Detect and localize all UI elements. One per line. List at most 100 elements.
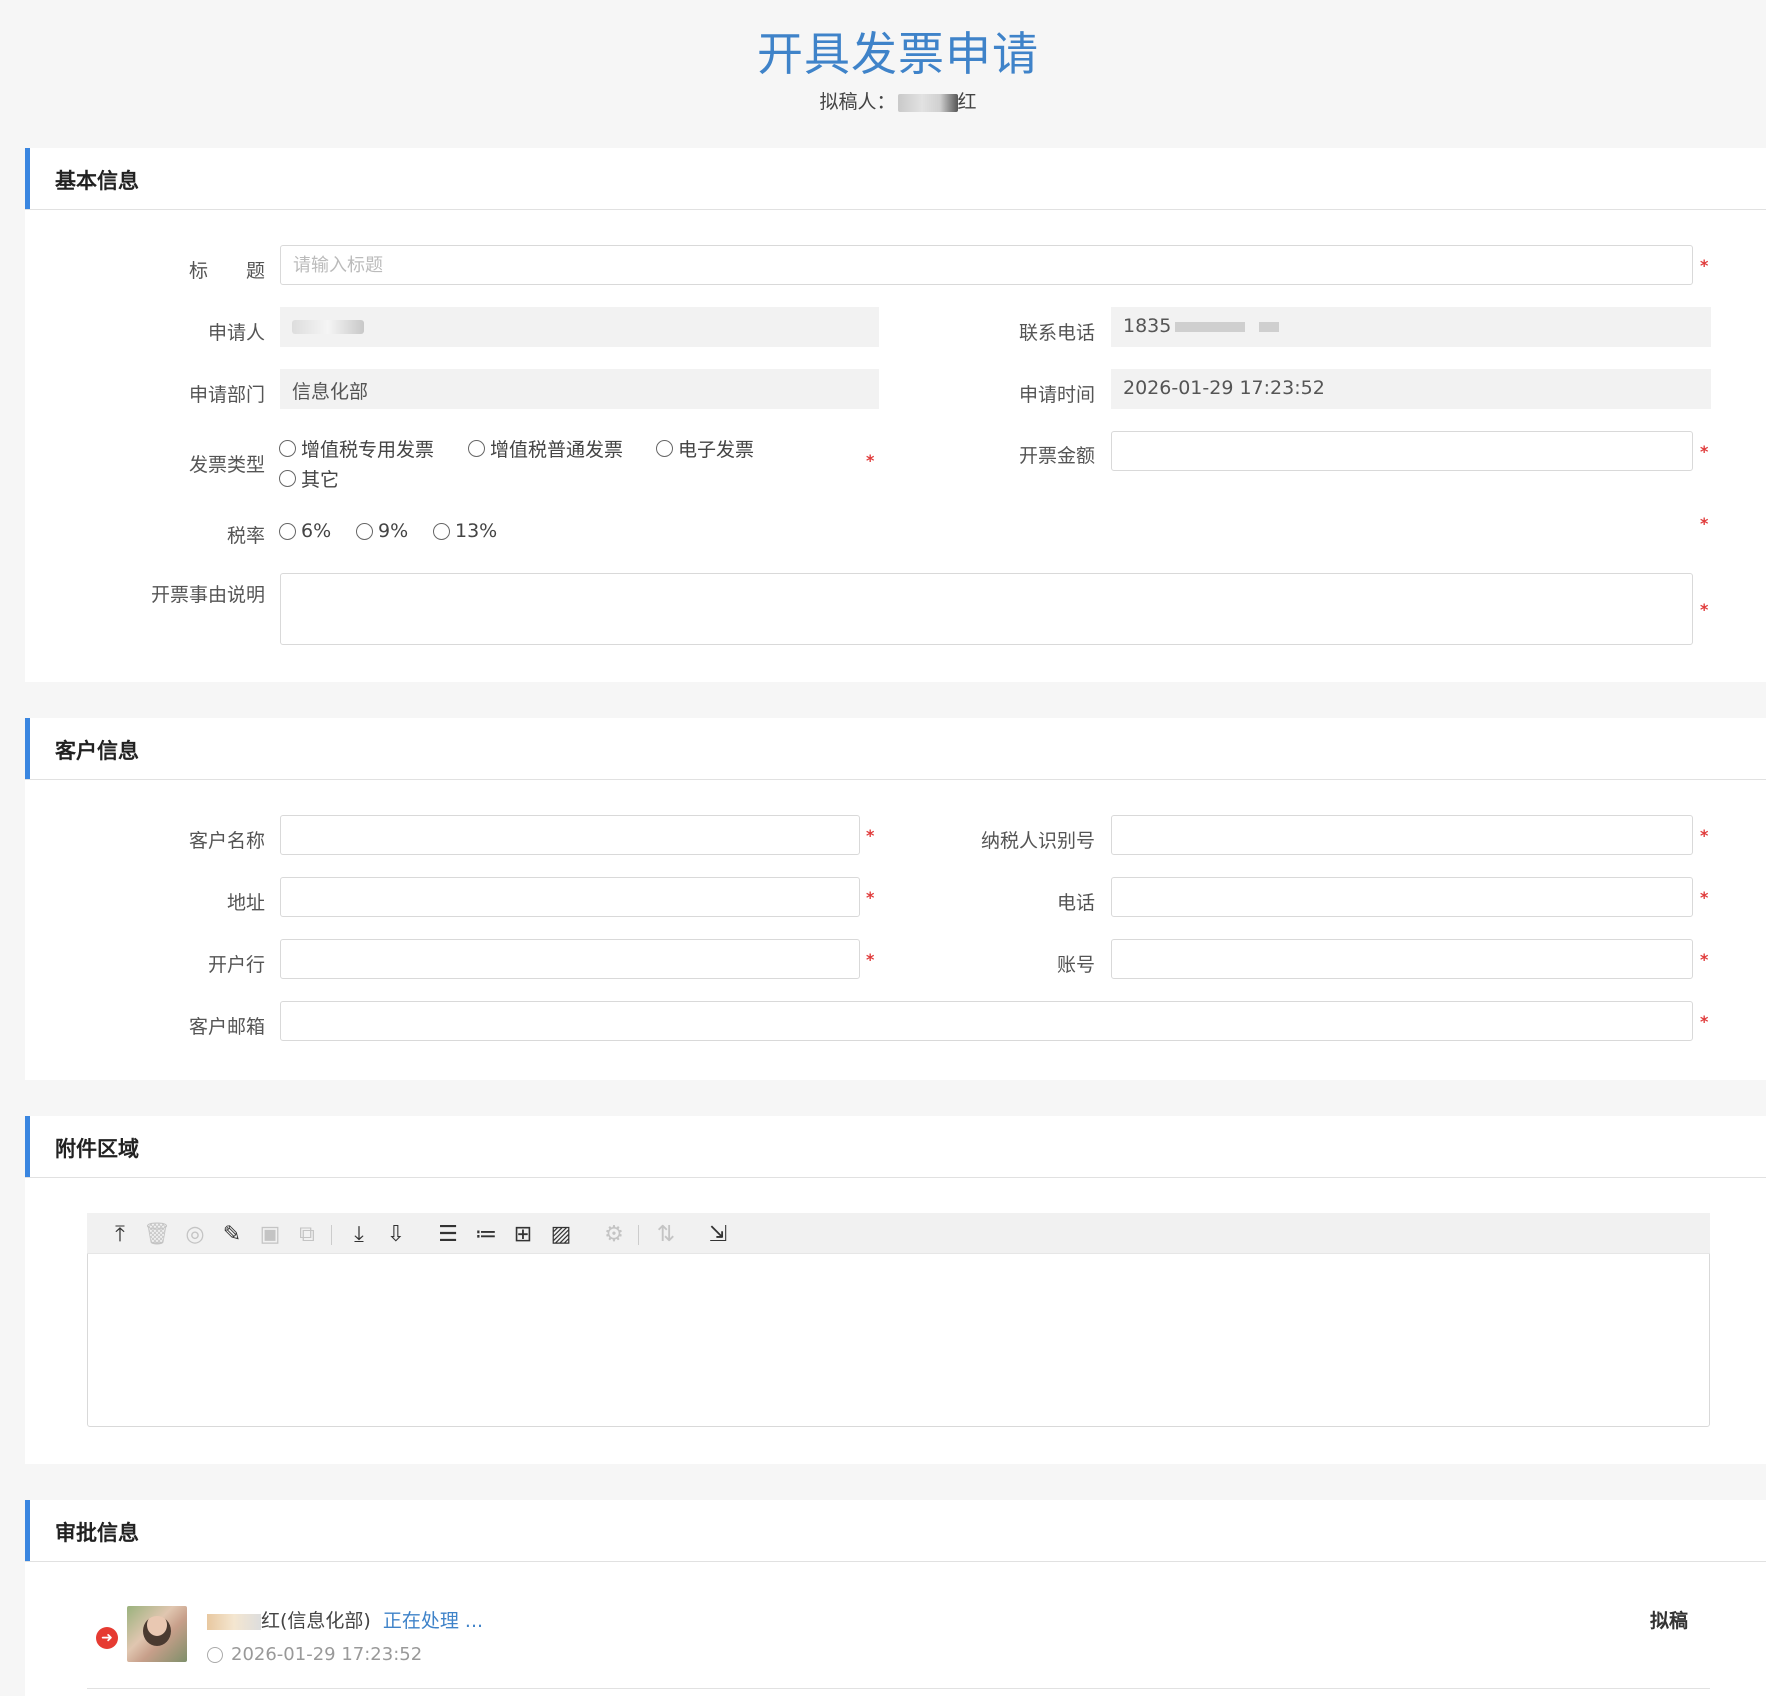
customer-info-header: 客户信息 bbox=[25, 718, 1766, 780]
dept-value: 信息化部 bbox=[280, 369, 879, 409]
drafter-name-redacted bbox=[897, 93, 958, 112]
approval-status-link[interactable]: 正在处理 ... bbox=[383, 1610, 483, 1632]
customer-name-label: 客户名称 bbox=[188, 830, 265, 852]
section-accent-bar bbox=[25, 148, 30, 209]
drafter-label: 拟稿人： bbox=[819, 91, 896, 113]
amount-label: 开票金额 bbox=[1018, 445, 1095, 467]
radio-label: 13% bbox=[455, 520, 498, 542]
address-label: 地址 bbox=[226, 892, 265, 914]
approver-name-suffix: 红 bbox=[261, 1610, 281, 1632]
address-input[interactable] bbox=[280, 877, 860, 917]
bank-input[interactable] bbox=[280, 939, 860, 979]
reason-textarea[interactable] bbox=[280, 573, 1693, 645]
time-value: 2026-01-29 17:23:52 bbox=[1111, 369, 1711, 409]
amount-input[interactable] bbox=[1111, 431, 1693, 471]
preview-icon[interactable]: ◎ bbox=[182, 1221, 208, 1247]
required-mark: * bbox=[1700, 826, 1709, 845]
required-mark: * bbox=[1700, 1012, 1709, 1031]
radio-circle[interactable] bbox=[356, 522, 373, 540]
drafter-name-suffix: 红 bbox=[957, 91, 977, 113]
approval-heading: 审批信息 bbox=[55, 1521, 139, 1545]
radio-label: 6% bbox=[301, 520, 332, 542]
minimize-icon[interactable]: ⇲ bbox=[705, 1221, 731, 1247]
radio-label: 增值税普通发票 bbox=[490, 439, 624, 461]
radio-vat-normal[interactable]: 增值税普通发票 bbox=[468, 435, 623, 462]
copy-icon[interactable]: ⧉ bbox=[294, 1221, 320, 1247]
radio-circle[interactable] bbox=[433, 522, 450, 540]
tax-rate-label: 税率 bbox=[226, 525, 265, 547]
time-label: 申请时间 bbox=[1018, 384, 1095, 406]
phone-label: 联系电话 bbox=[1018, 322, 1095, 344]
attachment-toolbar: ⤒ 🗑 ◎ ✎ ▣ ⧉ ⤓ ⇩ ☰ ≔ ⊞ ▨ ⚙ ⇅ ⇲ bbox=[87, 1213, 1710, 1254]
download-all-icon[interactable]: ⇩ bbox=[383, 1221, 409, 1247]
settings-icon[interactable]: ⚙ bbox=[601, 1221, 627, 1247]
radio-circle[interactable] bbox=[656, 440, 673, 457]
divider bbox=[87, 1688, 1710, 1689]
phone-redacted bbox=[1259, 321, 1280, 332]
required-mark: * bbox=[1700, 600, 1709, 619]
customer-info-section: 客户信息 客户名称 * 纳税人识别号 * 地址 * 电话 * 开户行 * 账号 … bbox=[25, 718, 1766, 1080]
radio-electronic[interactable]: 电子发票 bbox=[656, 435, 754, 462]
radio-vat-special[interactable]: 增值税专用发票 bbox=[279, 435, 434, 462]
section-accent-bar bbox=[25, 1116, 30, 1177]
sort-icon[interactable]: ⇅ bbox=[653, 1221, 679, 1247]
attachments-header: 附件区域 bbox=[25, 1116, 1766, 1178]
numbered-list-icon[interactable]: ≔ bbox=[473, 1221, 499, 1247]
reason-label: 开票事由说明 bbox=[150, 584, 265, 606]
radio-circle[interactable] bbox=[468, 440, 485, 457]
attachments-heading: 附件区域 bbox=[55, 1137, 139, 1161]
radio-tax-9[interactable]: 9% bbox=[356, 520, 408, 542]
radio-tax-13[interactable]: 13% bbox=[433, 520, 497, 542]
radio-other[interactable]: 其它 bbox=[279, 465, 339, 492]
clock-icon bbox=[207, 1647, 223, 1663]
customer-phone-input[interactable] bbox=[1111, 877, 1693, 917]
applicant-label: 申请人 bbox=[207, 322, 265, 344]
customer-phone-label: 电话 bbox=[1056, 892, 1095, 914]
image-icon[interactable]: ▨ bbox=[548, 1221, 574, 1247]
email-input[interactable] bbox=[280, 1001, 1693, 1041]
invoice-type-label: 发票类型 bbox=[188, 454, 265, 476]
radio-circle[interactable] bbox=[279, 522, 296, 540]
save-icon[interactable]: ▣ bbox=[257, 1221, 283, 1247]
required-mark: * bbox=[1700, 888, 1709, 907]
attachments-section: 附件区域 ⤒ 🗑 ◎ ✎ ▣ ⧉ ⤓ ⇩ ☰ ≔ ⊞ ▨ ⚙ ⇅ ⇲ bbox=[25, 1116, 1766, 1464]
customer-name-input[interactable] bbox=[280, 815, 860, 855]
list-icon[interactable]: ☰ bbox=[435, 1221, 461, 1247]
approver-line: 红(信息化部) 正在处理 ... bbox=[207, 1606, 483, 1633]
customer-info-heading: 客户信息 bbox=[55, 739, 139, 763]
dept-label: 申请部门 bbox=[188, 384, 265, 406]
title-input[interactable] bbox=[280, 245, 1693, 285]
radio-label: 电子发票 bbox=[678, 439, 755, 461]
radio-label: 9% bbox=[378, 520, 409, 542]
required-mark: * bbox=[866, 451, 875, 470]
taxpayer-id-label: 纳税人识别号 bbox=[980, 830, 1095, 852]
applicant-value bbox=[280, 307, 879, 347]
approval-section: 审批信息 ➜ 红(信息化部) 正在处理 ... 2026-01-29 17:23… bbox=[25, 1500, 1766, 1696]
page-title: 开具发票申请 bbox=[757, 27, 1039, 81]
account-label: 账号 bbox=[1056, 954, 1095, 976]
basic-info-heading: 基本信息 bbox=[55, 169, 139, 193]
required-mark: * bbox=[1700, 256, 1709, 275]
phone-value: 1835 bbox=[1111, 307, 1711, 347]
delete-icon[interactable]: 🗑 bbox=[143, 1221, 171, 1247]
approval-time-row: 2026-01-29 17:23:52 bbox=[207, 1644, 422, 1665]
required-mark: * bbox=[866, 888, 875, 907]
taxpayer-id-input[interactable] bbox=[1111, 815, 1693, 855]
edit-icon[interactable]: ✎ bbox=[219, 1221, 245, 1247]
radio-circle[interactable] bbox=[279, 470, 296, 487]
approver-name-redacted bbox=[207, 1613, 261, 1630]
required-mark: * bbox=[1700, 514, 1709, 533]
email-label: 客户邮箱 bbox=[188, 1016, 265, 1038]
arrow-right-icon: ➜ bbox=[96, 1627, 118, 1649]
radio-circle[interactable] bbox=[279, 440, 296, 457]
upload-icon[interactable]: ⤒ bbox=[107, 1221, 133, 1247]
required-mark: * bbox=[866, 950, 875, 969]
applicant-name-redacted bbox=[292, 319, 364, 334]
radio-label: 增值税专用发票 bbox=[301, 439, 435, 461]
account-input[interactable] bbox=[1111, 939, 1693, 979]
required-mark: * bbox=[1700, 442, 1709, 461]
grid-icon[interactable]: ⊞ bbox=[510, 1221, 536, 1247]
radio-tax-6[interactable]: 6% bbox=[279, 520, 331, 542]
download-icon[interactable]: ⤓ bbox=[346, 1221, 372, 1247]
section-accent-bar bbox=[25, 1500, 30, 1561]
